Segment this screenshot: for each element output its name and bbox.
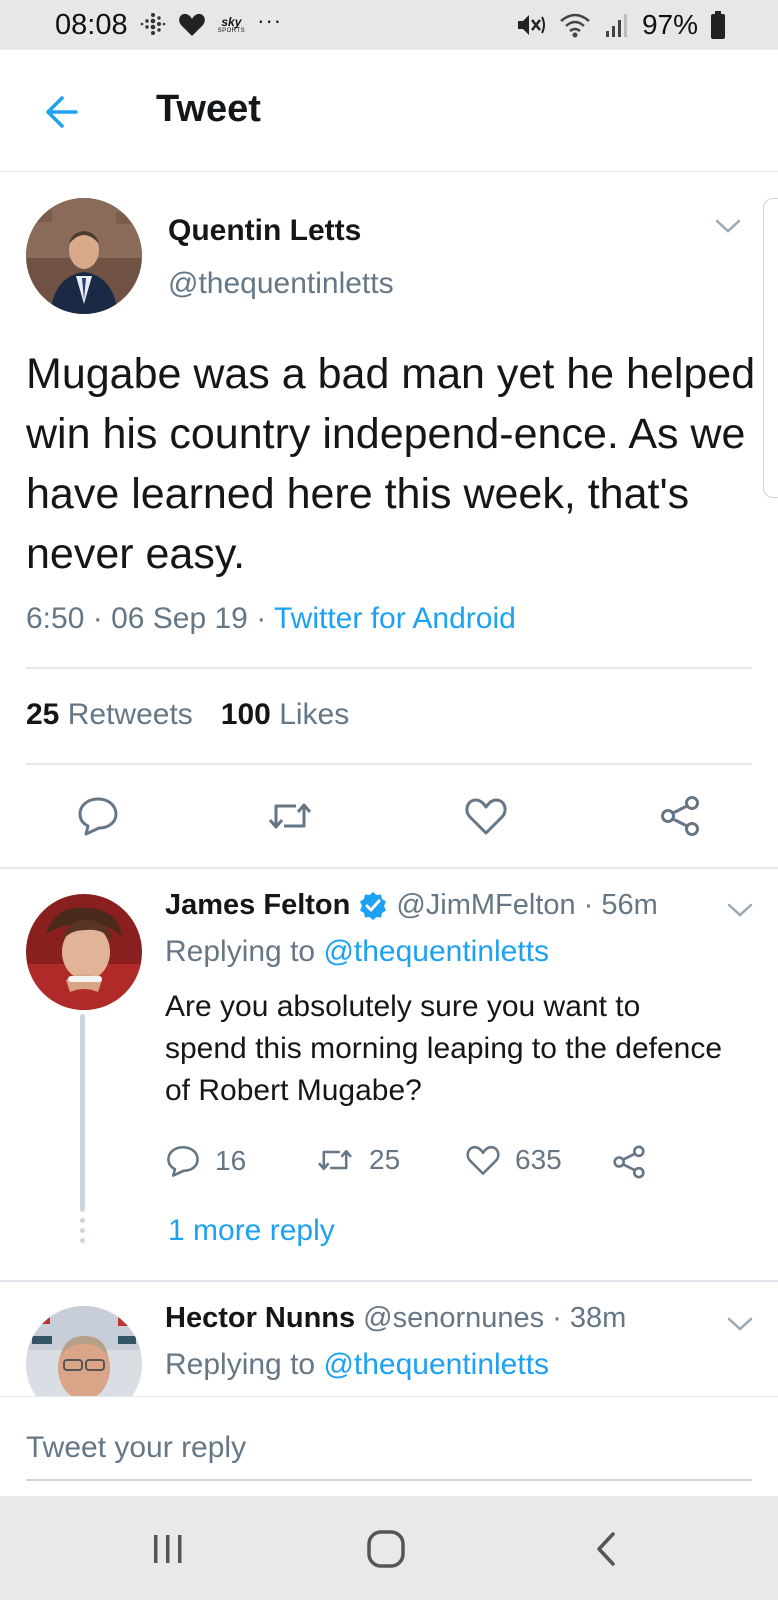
tweet-options-button[interactable] (714, 216, 742, 236)
retweets-count: 25 (26, 698, 60, 731)
reply-author-name[interactable]: James Felton (165, 889, 350, 922)
compose-bar (0, 1396, 778, 1496)
back-nav-button[interactable] (576, 1524, 636, 1574)
likes-count: 100 (220, 698, 271, 731)
thread-dots (80, 1218, 85, 1243)
author-handle[interactable]: @thequentinletts (168, 267, 394, 301)
status-time: 08:08 (55, 8, 128, 41)
thread-line (80, 1014, 85, 1212)
home-button[interactable] (356, 1524, 416, 1574)
share-icon (661, 796, 699, 836)
mention-link[interactable]: @thequentinletts (323, 935, 549, 968)
divider (26, 667, 752, 669)
more-replies-link[interactable]: 1 more reply (168, 1214, 335, 1248)
status-right: 97% (516, 9, 726, 41)
sky-logo-top: sky (221, 15, 242, 29)
status-bar: 08:08 sky SPORTS ··· 97% (0, 0, 778, 50)
retweets-stat[interactable]: 25 Retweets (26, 698, 193, 732)
reply-icon (78, 797, 118, 836)
reply-time: 38m (569, 1302, 627, 1334)
author-name[interactable]: Quentin Letts (168, 214, 361, 248)
meta-separator: · (256, 602, 267, 635)
system-nav-bar (0, 1496, 778, 1600)
retweets-label: Retweets (67, 698, 193, 731)
chevron-down-icon (715, 219, 741, 233)
like-button[interactable]: 635 (465, 1144, 562, 1176)
reply-header: Hector Nunns @senornunes · 38m (165, 1302, 626, 1335)
avatar[interactable] (26, 198, 142, 314)
meta-separator: · (92, 602, 103, 635)
retweet-button[interactable]: 25 (315, 1144, 400, 1176)
chevron-left-icon (597, 1532, 615, 1566)
like-count: 635 (515, 1144, 562, 1175)
retweet-count: 25 (369, 1144, 401, 1175)
scroll-indicator[interactable] (763, 198, 778, 498)
reply-author-name[interactable]: Hector Nunns (165, 1302, 355, 1335)
wifi-icon (558, 11, 592, 39)
battery-percent: 97% (641, 9, 698, 40)
reply-text: Are you absolutely sure you want to spen… (165, 990, 723, 1107)
meta-separator: · (552, 1302, 562, 1334)
likes-label: Likes (279, 698, 350, 731)
avatar[interactable] (26, 894, 142, 1010)
meta-separator: · (583, 889, 594, 921)
tweet-time: 6:50 (26, 602, 85, 635)
share-button[interactable] (611, 1144, 647, 1180)
heart-icon (178, 12, 206, 38)
home-icon (367, 1530, 405, 1568)
reply-button[interactable] (74, 792, 122, 840)
sky-logo-bottom: SPORTS (217, 28, 246, 34)
tweet-options-button[interactable] (726, 1314, 754, 1334)
reply-count: 16 (215, 1145, 247, 1176)
retweet-button[interactable] (266, 792, 314, 840)
reply-header: James Felton @JimMFelton · 56m (165, 889, 658, 922)
likes-stat[interactable]: 100 Likes (221, 698, 349, 732)
chevron-down-icon (727, 1317, 753, 1331)
chevron-down-icon (727, 903, 753, 917)
sky-sports-icon: sky SPORTS (218, 16, 246, 34)
tweet-text: Mugabe was a bad man yet he helped win h… (26, 350, 756, 578)
divider (0, 867, 778, 869)
battery-icon (710, 10, 726, 40)
retweet-icon (268, 803, 312, 829)
reply-author-handle[interactable]: @senornunes (363, 1302, 544, 1335)
share-button[interactable] (656, 792, 704, 840)
recent-apps-icon (154, 1535, 182, 1563)
heart-icon (466, 1145, 500, 1175)
replying-to-label: Replying to (165, 1348, 316, 1381)
tweet-source-link[interactable]: Twitter for Android (274, 602, 516, 635)
reply-author-handle[interactable]: @JimMFelton (396, 889, 575, 922)
signal-icon (604, 11, 630, 39)
back-button[interactable] (38, 90, 82, 134)
retweet-icon (318, 1149, 352, 1171)
reply-time: 56m (601, 889, 658, 921)
tweet-options-button[interactable] (726, 900, 754, 920)
heart-icon (465, 798, 507, 835)
arrow-left-icon (46, 96, 78, 128)
reply-icon (167, 1145, 199, 1177)
share-icon (613, 1145, 645, 1179)
tweet-stats: 25 Retweets 100 Likes (26, 698, 349, 732)
replying-to: Replying to @thequentinletts (165, 1348, 549, 1382)
page-title: Tweet (156, 88, 261, 130)
divider (26, 763, 752, 765)
divider (0, 1280, 778, 1282)
tweet-meta: 6:50 · 06 Sep 19 · Twitter for Android (26, 602, 516, 636)
like-button[interactable] (462, 792, 510, 840)
mute-icon (516, 11, 546, 39)
fitbit-icon (140, 12, 166, 38)
app-header: Tweet (0, 50, 778, 172)
replying-to: Replying to @thequentinletts (165, 935, 549, 969)
replying-to-label: Replying to (165, 935, 316, 968)
tweet-date: 06 Sep 19 (111, 602, 248, 635)
mention-link[interactable]: @thequentinletts (323, 1348, 549, 1381)
more-dots-icon: ··· (257, 8, 283, 33)
reply-input[interactable] (26, 1431, 752, 1481)
recent-apps-button[interactable] (138, 1524, 198, 1574)
reply-button[interactable]: 16 (165, 1144, 246, 1178)
verified-badge-icon (360, 891, 387, 920)
status-left: 08:08 sky SPORTS ··· (55, 8, 283, 42)
